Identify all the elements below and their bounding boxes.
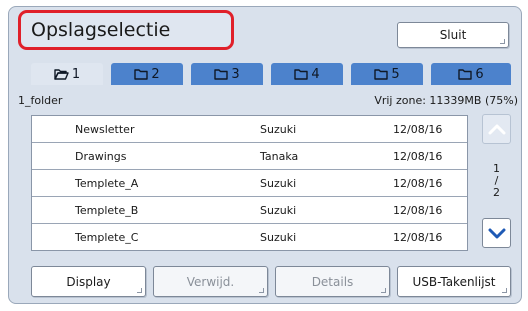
file-date: 12/08/16: [393, 231, 443, 244]
delete-button[interactable]: Verwijd.: [153, 266, 268, 297]
tab-label: 4: [311, 66, 320, 82]
button-corner-mark: [502, 288, 507, 293]
folder-icon: [294, 68, 309, 80]
display-button[interactable]: Display: [31, 266, 146, 297]
current-folder-name: 1_folder: [18, 94, 63, 107]
chevron-down-icon: [488, 228, 505, 238]
open-folder-icon: [54, 68, 69, 80]
scroll-up-button[interactable]: [482, 114, 511, 144]
file-owner: Tanaka: [260, 150, 299, 163]
scroll-down-button[interactable]: [482, 218, 511, 248]
file-row[interactable]: Templete_A Suzuki 12/08/16: [32, 170, 467, 197]
free-space-indicator: Vrij zone: 11339MB (75%): [374, 94, 518, 107]
file-name: Newsletter: [75, 123, 135, 136]
button-corner-mark: [259, 288, 264, 293]
file-owner: Suzuki: [260, 177, 297, 190]
tab-folder-4[interactable]: 4: [271, 63, 343, 85]
button-corner-mark: [137, 288, 142, 293]
file-date: 12/08/16: [393, 150, 443, 163]
tab-label: 5: [391, 66, 400, 82]
file-name: Templete_B: [75, 204, 139, 217]
file-name: Drawings: [75, 150, 127, 163]
file-name: Templete_C: [75, 231, 139, 244]
close-button[interactable]: Sluit: [397, 22, 509, 48]
tab-label: 3: [231, 66, 240, 82]
file-owner: Suzuki: [260, 204, 297, 217]
file-owner: Suzuki: [260, 231, 297, 244]
file-date: 12/08/16: [393, 123, 443, 136]
page-total: 2: [493, 186, 500, 199]
page-indicator: 1 / 2: [482, 163, 511, 199]
file-owner: Suzuki: [260, 123, 297, 136]
file-row[interactable]: Newsletter Suzuki 12/08/16: [32, 116, 467, 143]
tab-folder-2[interactable]: 2: [111, 63, 183, 85]
page-title: Opslagselectie: [18, 10, 234, 50]
file-list: Newsletter Suzuki 12/08/16 Drawings Tana…: [31, 115, 468, 251]
file-row[interactable]: Drawings Tanaka 12/08/16: [32, 143, 467, 170]
file-row[interactable]: Templete_C Suzuki 12/08/16: [32, 224, 467, 251]
file-name: Templete_A: [75, 177, 139, 190]
display-button-label: Display: [66, 274, 111, 289]
tab-label: 2: [151, 66, 160, 82]
file-date: 12/08/16: [393, 204, 443, 217]
button-corner-mark: [381, 288, 386, 293]
folder-icon: [214, 68, 229, 80]
file-date: 12/08/16: [393, 177, 443, 190]
tab-folder-1[interactable]: 1: [31, 63, 103, 85]
tab-label: 6: [475, 66, 484, 82]
close-button-label: Sluit: [439, 28, 467, 42]
page-title-text: Opslagselectie: [31, 19, 171, 41]
button-corner-mark: [500, 39, 505, 44]
chevron-up-icon: [488, 124, 505, 134]
delete-button-label: Verwijd.: [186, 274, 235, 289]
tab-folder-5[interactable]: 5: [351, 63, 423, 85]
folder-icon: [374, 68, 389, 80]
folder-icon: [458, 68, 473, 80]
usb-job-list-button[interactable]: USB-Takenlijst: [397, 266, 511, 297]
usb-job-list-button-label: USB-Takenlijst: [412, 274, 496, 289]
file-row[interactable]: Templete_B Suzuki 12/08/16: [32, 197, 467, 224]
tab-label: 1: [71, 66, 81, 82]
details-button-label: Details: [311, 274, 354, 289]
tab-folder-6[interactable]: 6: [431, 63, 511, 85]
folder-icon: [134, 68, 149, 80]
details-button[interactable]: Details: [275, 266, 390, 297]
tab-folder-3[interactable]: 3: [191, 63, 263, 85]
